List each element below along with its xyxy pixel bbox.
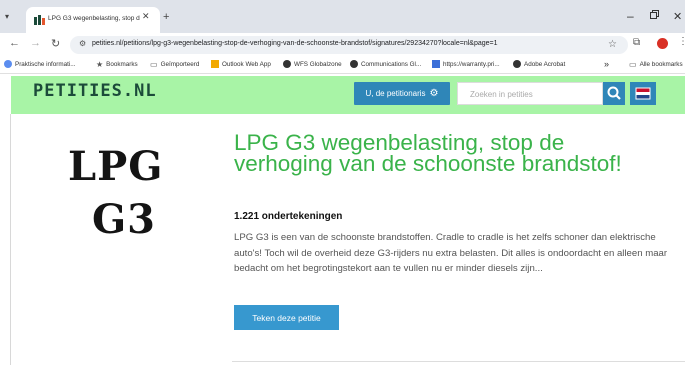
back-arrow-icon[interactable]: ←	[9, 37, 20, 49]
bookmark-label: Communications Gl...	[361, 60, 422, 68]
petition-title[interactable]: LPG G3 wegenbelasting, stop de verhoging…	[234, 131, 654, 175]
bookmark-label: Bookmarks	[106, 61, 138, 68]
search-input[interactable]: Zoeken in petities	[457, 82, 603, 105]
page-icon	[432, 60, 440, 68]
bookmark-label: https://warranty.pri...	[443, 60, 500, 68]
star-icon: ★	[96, 60, 104, 69]
bookmark-item[interactable]: ▭ Alle bookmarks	[629, 60, 683, 69]
browser-tab[interactable]: LPG G3 wegenbelasting, stop de... ✕	[26, 7, 160, 33]
folder-icon: ▭	[150, 60, 158, 69]
bookmarks-bar: Praktische informati... ★ Bookmarks ▭ Ge…	[0, 57, 685, 74]
gear-icon: ⚙	[429, 88, 439, 99]
browser-menu-icon[interactable]: ⋮	[678, 36, 685, 47]
site-header: PETITIES.NL U, de petitionaris ⚙ Zoeken …	[11, 76, 685, 114]
browser-tab-strip: ▾ LPG G3 wegenbelasting, stop de... ✕ + …	[0, 0, 685, 33]
bookmark-label: Praktische informati...	[15, 60, 76, 68]
petition-image-line2: G3	[92, 196, 156, 243]
bookmark-item[interactable]: https://warranty.pri...	[432, 60, 500, 68]
bookmark-star-icon[interactable]: ☆	[608, 39, 617, 50]
browser-toolbar: ← → ↻ ⚙ petities.nl/petitions/lpg-g3-weg…	[0, 33, 685, 57]
outlook-icon	[211, 60, 219, 68]
petitioner-button[interactable]: U, de petitionaris ⚙	[354, 82, 450, 105]
tab-search-icon[interactable]: ▾	[5, 12, 9, 21]
bookmark-label: Geïmporteerd	[160, 61, 200, 68]
window-close-icon[interactable]: ✕	[673, 10, 682, 23]
address-bar[interactable]: ⚙ petities.nl/petitions/lpg-g3-wegenbela…	[70, 36, 628, 54]
language-button[interactable]	[630, 82, 656, 105]
sign-petition-button[interactable]: Teken deze petitie	[234, 305, 339, 330]
signature-count: 1.221 ondertekeningen	[234, 211, 343, 222]
tab-close-icon[interactable]: ✕	[142, 11, 150, 22]
petition-image-line1: LPG	[68, 143, 164, 190]
window-maximize-icon[interactable]	[650, 10, 659, 19]
petition-description: LPG G3 is een van de schoonste brandstof…	[234, 232, 668, 274]
dutch-flag-icon	[635, 87, 651, 100]
tab-title: LPG G3 wegenbelasting, stop de...	[48, 15, 140, 22]
bookmark-item[interactable]: Adobe Acrobat	[513, 60, 565, 68]
window-minimize-icon[interactable]: –	[627, 9, 634, 23]
bookmark-item[interactable]: WFS Globalzone	[283, 60, 342, 68]
bookmark-item[interactable]: ▭ Geïmporteerd	[150, 60, 199, 69]
petitioner-label: U, de petitionaris	[365, 89, 426, 98]
globe-icon	[283, 60, 291, 68]
bookmark-item[interactable]: ★ Bookmarks	[96, 60, 138, 69]
folder-icon: ▭	[629, 60, 637, 69]
reload-icon[interactable]: ↻	[51, 37, 60, 50]
bookmark-label: Outlook Web App	[222, 60, 271, 68]
bookmark-item[interactable]: Praktische informati...	[4, 60, 76, 68]
petities-favicon-icon	[34, 15, 45, 25]
bookmark-label: Adobe Acrobat	[524, 60, 566, 68]
globe-icon	[513, 60, 521, 68]
divider	[232, 361, 685, 362]
new-tab-icon[interactable]: +	[163, 11, 169, 23]
search-button[interactable]	[603, 82, 625, 105]
bookmark-label: Alle bookmarks	[639, 61, 683, 68]
search-icon	[607, 86, 621, 100]
globe-icon	[350, 60, 358, 68]
bookmark-label: WFS Globalzone	[294, 60, 342, 68]
search-placeholder: Zoeken in petities	[470, 90, 533, 99]
bookmark-item[interactable]: Outlook Web App	[211, 60, 271, 68]
extensions-icon[interactable]: ⧉	[633, 37, 640, 48]
bookmarks-overflow-icon[interactable]: »	[604, 59, 609, 69]
forward-arrow-icon[interactable]: →	[30, 37, 41, 49]
site-info-icon[interactable]: ⚙	[79, 39, 86, 48]
profile-avatar[interactable]	[657, 38, 668, 49]
bookmark-item[interactable]: Communications Gl...	[350, 60, 421, 68]
globe-icon	[4, 60, 12, 68]
site-logo[interactable]: PETITIES.NL	[33, 81, 157, 101]
address-url[interactable]: petities.nl/petitions/lpg-g3-wegenbelast…	[92, 40, 498, 47]
page-border	[10, 114, 11, 365]
